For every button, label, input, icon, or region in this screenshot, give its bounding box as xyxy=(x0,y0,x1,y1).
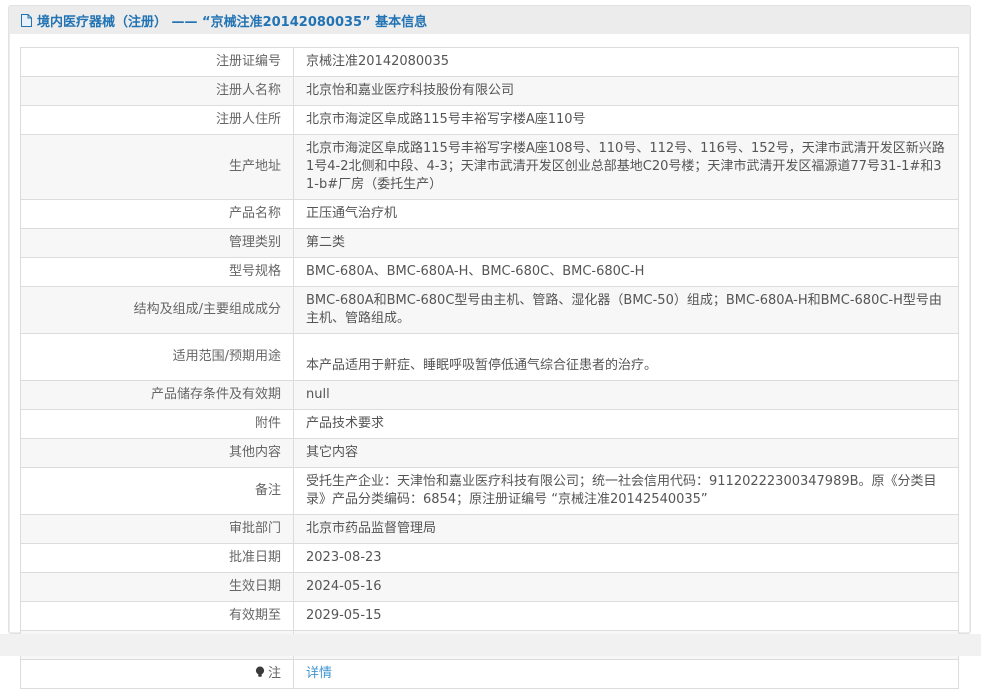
row-value: 2024-05-16 xyxy=(294,573,959,602)
table-row: 注册人住所北京市海淀区阜成路115号丰裕写字楼A座110号 xyxy=(21,106,959,135)
row-value: 第二类 xyxy=(294,229,959,258)
row-value: 详情 xyxy=(294,660,959,689)
row-label: 备注 xyxy=(21,468,294,515)
table-row: 适用范围/预期用途 本产品适用于鼾症、睡眠呼吸暂停低通气综合征患者的治疗。 xyxy=(21,334,959,381)
row-label: 适用范围/预期用途 xyxy=(21,334,294,381)
row-label: 其他内容 xyxy=(21,439,294,468)
row-label: 产品储存条件及有效期 xyxy=(21,381,294,410)
row-label: 注册人住所 xyxy=(21,106,294,135)
row-value: 正压通气治疗机 xyxy=(294,200,959,229)
table-row: 有效期至2029-05-15 xyxy=(21,602,959,631)
row-value: BMC-680A、BMC-680A-H、BMC-680C、BMC-680C-H xyxy=(294,258,959,287)
row-label: 型号规格 xyxy=(21,258,294,287)
table-row: 注册证编号京械注准20142080035 xyxy=(21,48,959,77)
table-row: 批准日期2023-08-23 xyxy=(21,544,959,573)
panel-body: 注册证编号京械注准20142080035注册人名称北京怡和嘉业医疗科技股份有限公… xyxy=(10,34,969,632)
row-value: 北京市海淀区阜成路115号丰裕写字楼A座108号、110号、112号、116号、… xyxy=(294,135,959,200)
row-label: 附件 xyxy=(21,410,294,439)
table-row: 产品储存条件及有效期null xyxy=(21,381,959,410)
row-label: 注 xyxy=(21,660,294,689)
table-row: 审批部门北京市药品监督管理局 xyxy=(21,515,959,544)
table-row: 备注受托生产企业：天津怡和嘉业医疗科技有限公司；统一社会信用代码：9112022… xyxy=(21,468,959,515)
row-label: 审批部门 xyxy=(21,515,294,544)
page-title: 境内医疗器械（注册） —— “京械注准20142080035” 基本信息 xyxy=(37,11,427,30)
row-value: 2029-05-15 xyxy=(294,602,959,631)
row-value: 产品技术要求 xyxy=(294,410,959,439)
table-row: 附件产品技术要求 xyxy=(21,410,959,439)
bulb-icon xyxy=(255,666,265,678)
row-value: BMC-680A和BMC-680C型号由主机、管路、湿化器（BMC-50）组成；… xyxy=(294,287,959,334)
table-row: 注详情 xyxy=(21,660,959,689)
table-row: 产品名称正压通气治疗机 xyxy=(21,200,959,229)
row-value: 本产品适用于鼾症、睡眠呼吸暂停低通气综合征患者的治疗。 xyxy=(294,334,959,381)
document-icon xyxy=(20,13,33,28)
table-row: 其他内容其它内容 xyxy=(21,439,959,468)
page-header: 境内医疗器械（注册） —— “京械注准20142080035” 基本信息 xyxy=(9,6,970,34)
row-label: 生产地址 xyxy=(21,135,294,200)
row-value: 北京市海淀区阜成路115号丰裕写字楼A座110号 xyxy=(294,106,959,135)
table-row: 结构及组成/主要组成成分BMC-680A和BMC-680C型号由主机、管路、湿化… xyxy=(21,287,959,334)
table-row: 注册人名称北京怡和嘉业医疗科技股份有限公司 xyxy=(21,77,959,106)
row-label: 有效期至 xyxy=(21,602,294,631)
row-label: 注册证编号 xyxy=(21,48,294,77)
row-value: 其它内容 xyxy=(294,439,959,468)
info-table-body: 注册证编号京械注准20142080035注册人名称北京怡和嘉业医疗科技股份有限公… xyxy=(21,48,959,689)
table-row: 型号规格BMC-680A、BMC-680A-H、BMC-680C、BMC-680… xyxy=(21,258,959,287)
table-row: 生效日期2024-05-16 xyxy=(21,573,959,602)
table-row: 管理类别第二类 xyxy=(21,229,959,258)
info-table: 注册证编号京械注准20142080035注册人名称北京怡和嘉业医疗科技股份有限公… xyxy=(20,47,959,689)
row-value: 京械注准20142080035 xyxy=(294,48,959,77)
row-value: 北京市药品监督管理局 xyxy=(294,515,959,544)
row-label: 管理类别 xyxy=(21,229,294,258)
row-label: 生效日期 xyxy=(21,573,294,602)
row-label: 结构及组成/主要组成成分 xyxy=(21,287,294,334)
row-label: 产品名称 xyxy=(21,200,294,229)
row-value: null xyxy=(294,381,959,410)
registration-info-panel: 境内医疗器械（注册） —— “京械注准20142080035” 基本信息 注册证… xyxy=(8,5,971,634)
table-row: 生产地址北京市海淀区阜成路115号丰裕写字楼A座108号、110号、112号、1… xyxy=(21,135,959,200)
row-value: 2023-08-23 xyxy=(294,544,959,573)
row-value: 受托生产企业：天津怡和嘉业医疗科技有限公司；统一社会信用代码：911202223… xyxy=(294,468,959,515)
row-value: 北京怡和嘉业医疗科技股份有限公司 xyxy=(294,77,959,106)
row-label: 批准日期 xyxy=(21,544,294,573)
page-background-strip xyxy=(0,634,981,656)
detail-link[interactable]: 详情 xyxy=(306,666,332,681)
row-label: 注册人名称 xyxy=(21,77,294,106)
